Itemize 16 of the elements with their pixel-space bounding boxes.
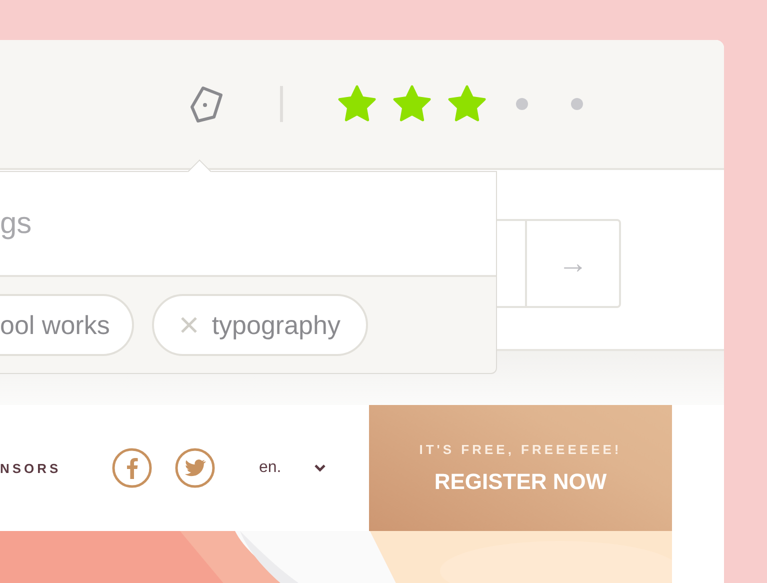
star-icon [447,84,487,124]
nav-link[interactable]: NSORS [0,460,112,476]
tag-chip[interactable]: ool works [0,294,134,356]
register-button[interactable]: IT'S FREE, FREEEEEE! REGISTER NOW [369,405,672,531]
star-icon [337,84,377,124]
remove-icon[interactable] [180,316,198,334]
language-selector[interactable]: en. [259,459,282,477]
rating-dot [516,98,528,110]
facebook-icon[interactable] [112,448,152,488]
tag-chip[interactable]: typography [152,294,368,356]
star-icon [392,84,432,124]
rating-dot [571,98,583,110]
twitter-icon[interactable] [175,448,215,488]
go-button[interactable]: → [527,219,621,308]
chevron-down-icon[interactable] [314,464,326,472]
tag-search-field[interactable]: gs [0,172,496,277]
